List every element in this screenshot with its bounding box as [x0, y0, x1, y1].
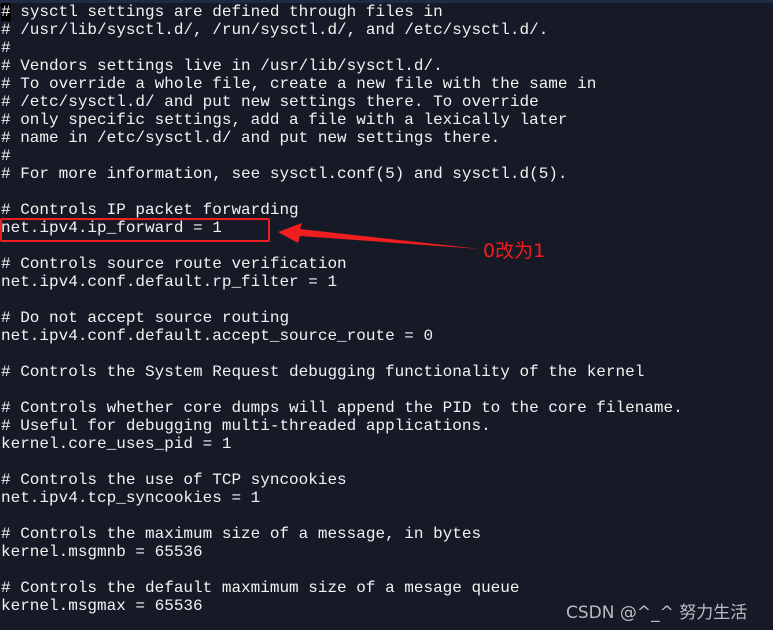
- watermark: CSDN @^_^ 努力生活: [566, 603, 748, 623]
- annotation-arrow-icon: [278, 223, 480, 249]
- annotation-text: 0改为1: [483, 240, 546, 262]
